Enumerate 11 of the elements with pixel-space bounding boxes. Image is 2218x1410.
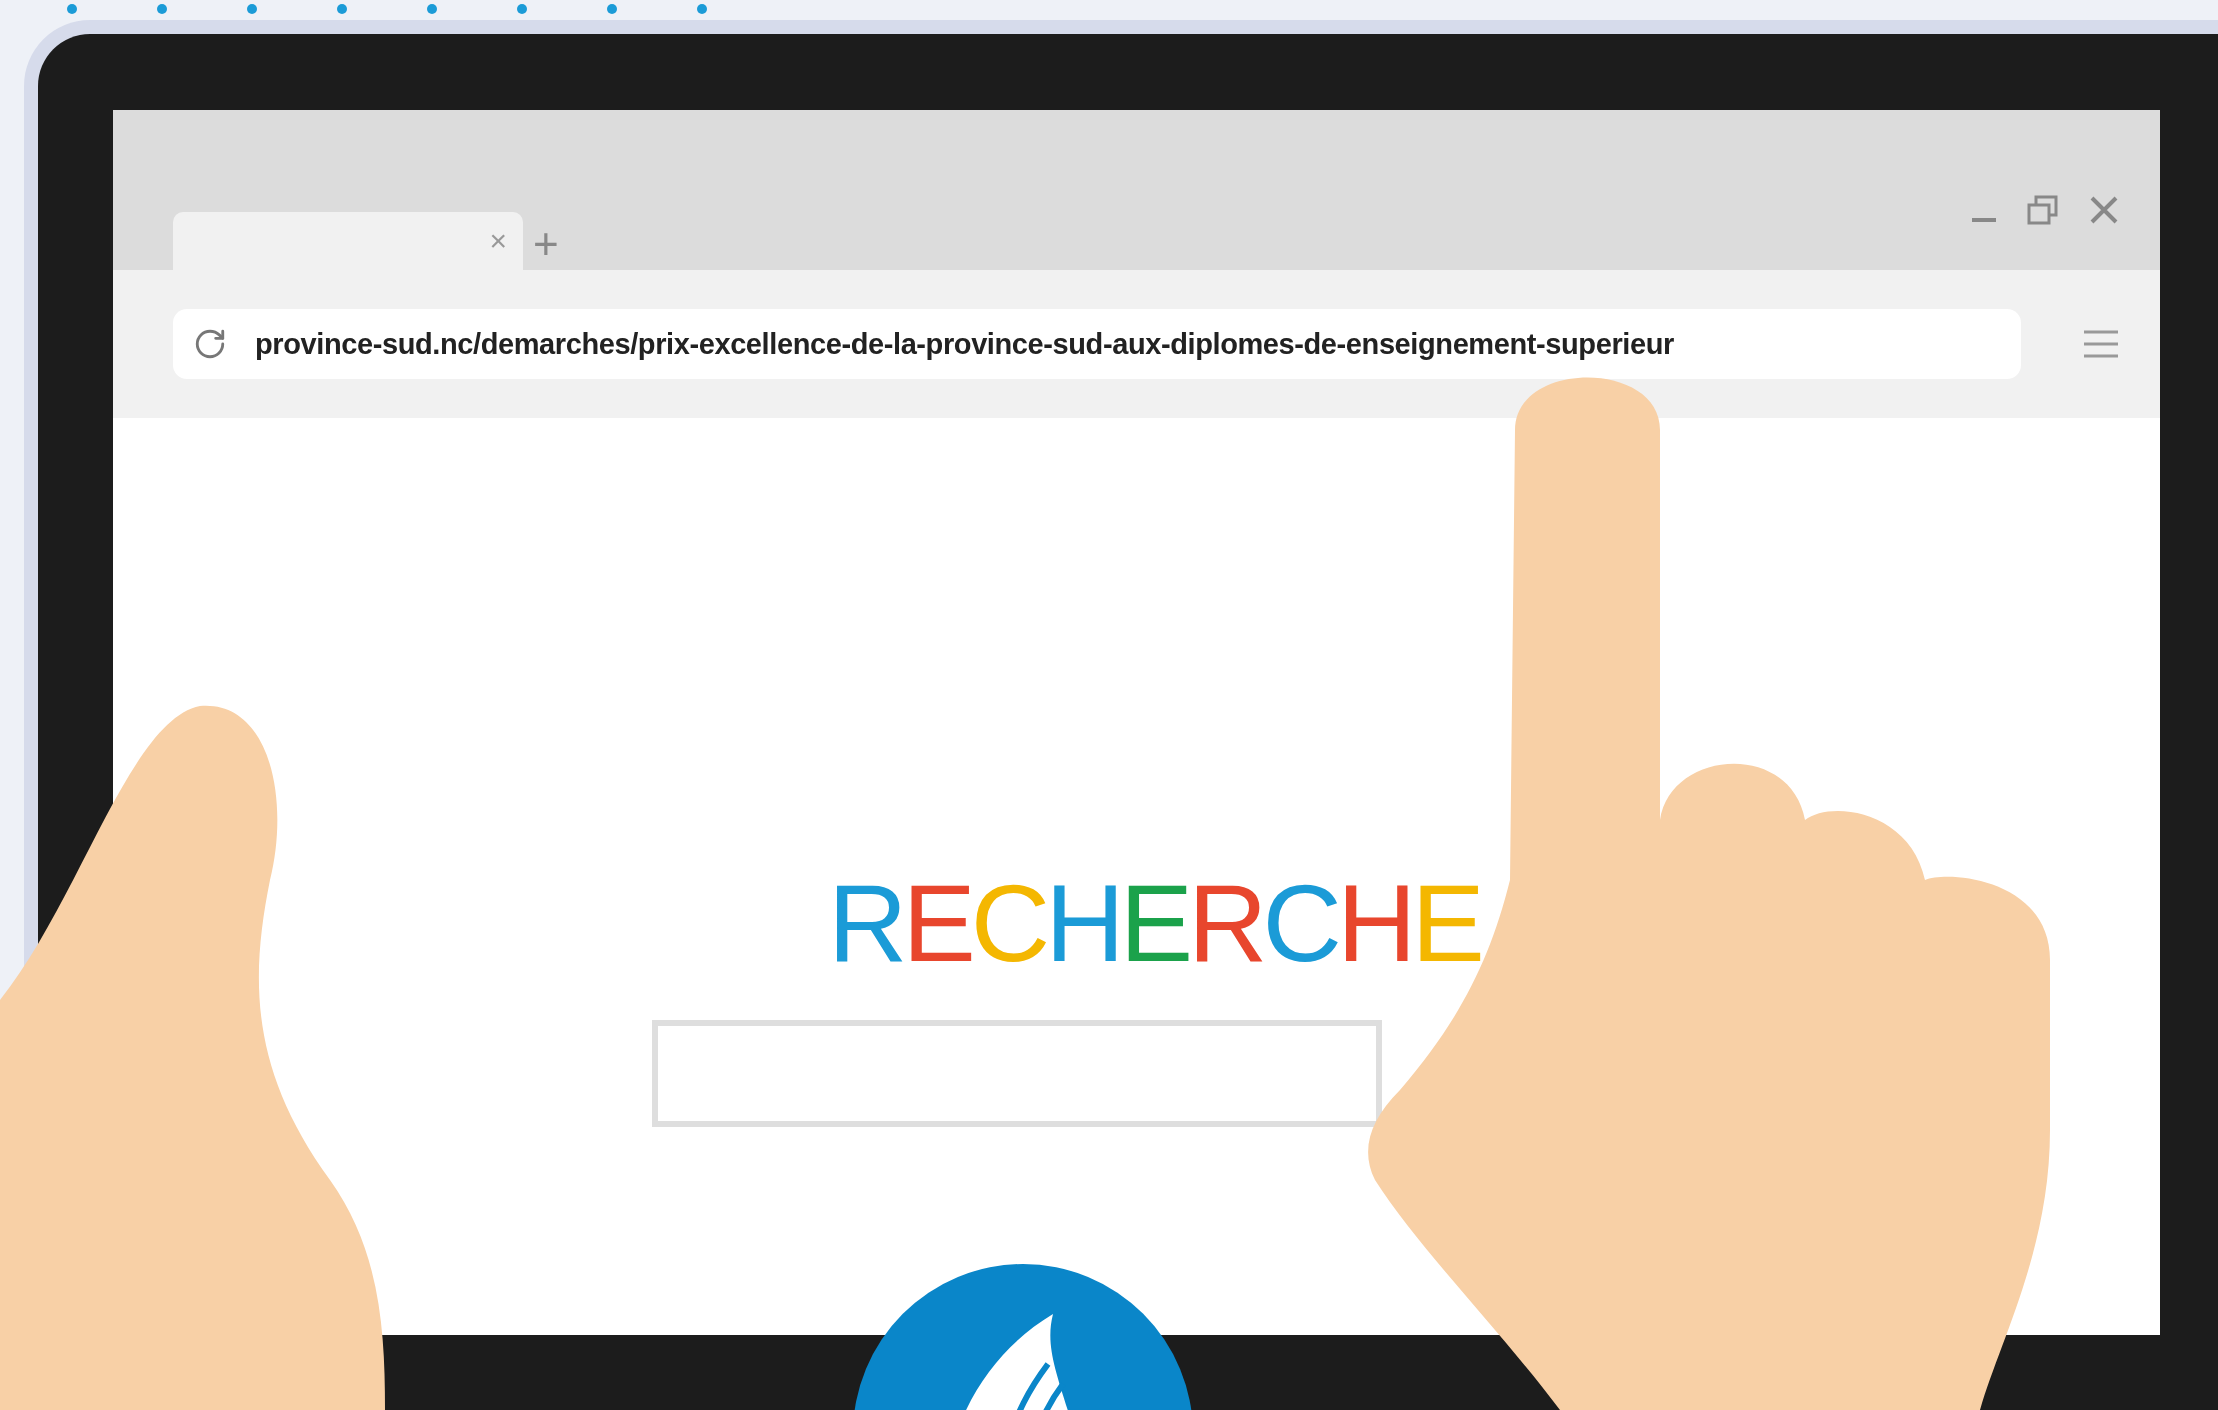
address-field[interactable]: province-sud.nc/demarches/prix-excellence-de-la-province-sud-aux-diplomes-de-enseignement-superieur [173, 309, 2021, 379]
close-icon[interactable] [2088, 194, 2120, 226]
search-field[interactable] [652, 1020, 1382, 1127]
url-text: province-sud.nc/demarches/prix-excellence-de-la-province-sud-aux-diplomes-de-enseignement-superieur [255, 327, 1674, 361]
menu-icon[interactable] [2082, 329, 2120, 359]
browser-tab[interactable]: × [173, 212, 523, 270]
new-tab-button[interactable]: + [523, 222, 559, 270]
tab-close-button[interactable]: × [489, 224, 507, 258]
search-heading: RECHERCHE [828, 868, 1480, 978]
restore-icon[interactable] [2026, 195, 2060, 225]
reload-icon[interactable] [193, 327, 227, 361]
